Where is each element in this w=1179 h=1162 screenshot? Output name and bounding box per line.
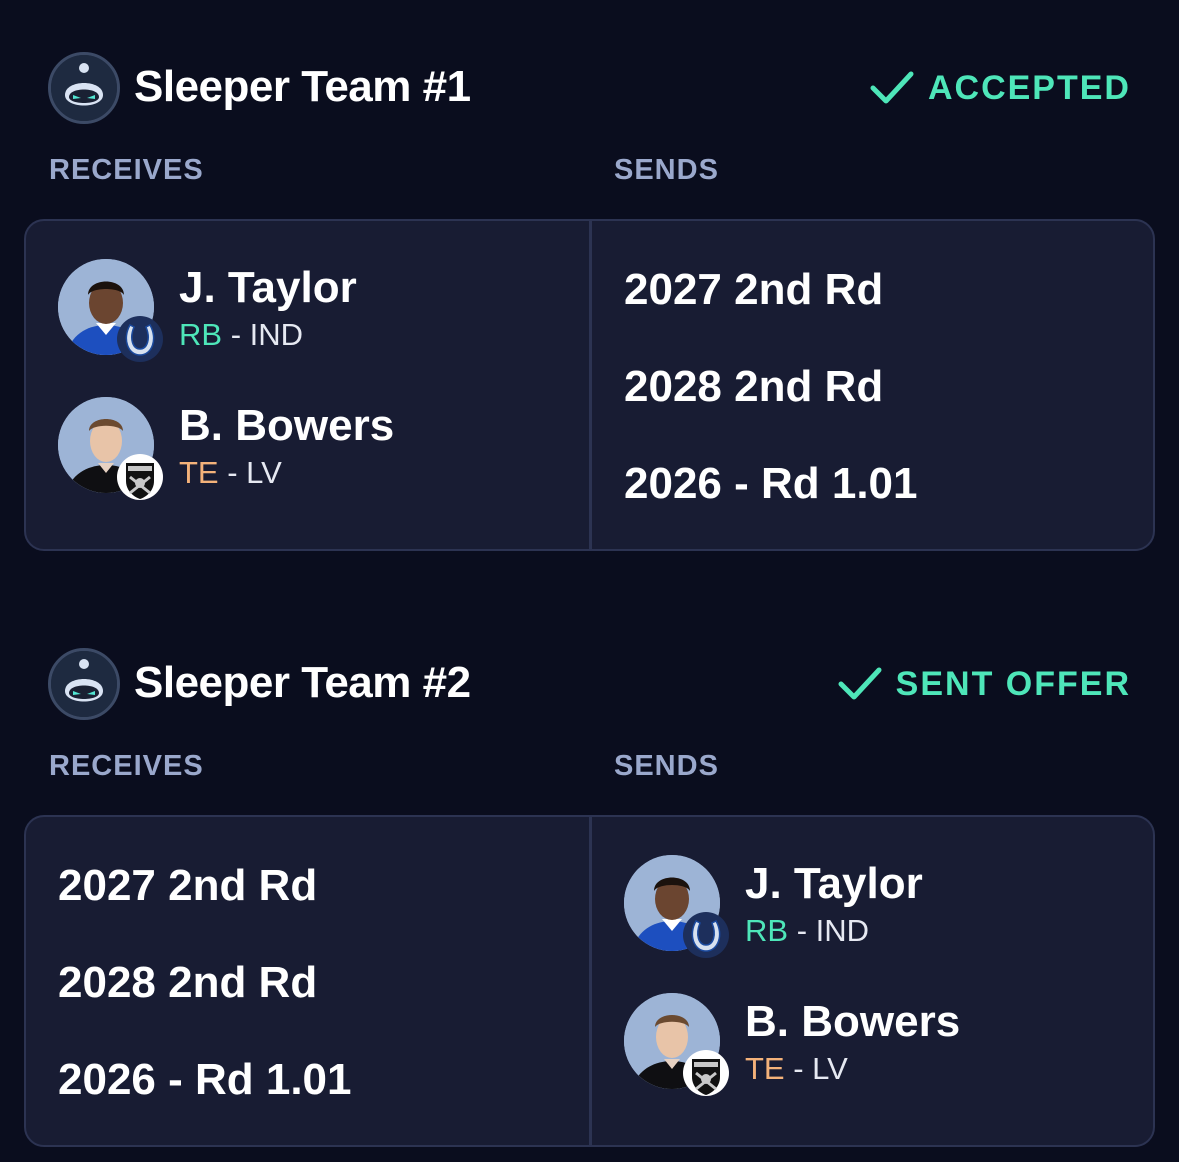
team-avatar-icon xyxy=(48,648,120,720)
colts-logo-icon xyxy=(682,911,730,959)
player-row[interactable]: B. Bowers TE - LV xyxy=(58,397,558,507)
draft-pick[interactable]: 2026 - Rd 1.01 xyxy=(624,459,918,509)
team-name: Sleeper Team #2 xyxy=(134,658,471,707)
player-name: J. Taylor xyxy=(745,859,923,908)
trade-panel: J. Taylor RB - IND B. Bowers TE - LV 202… xyxy=(24,219,1155,551)
player-meta: RB - IND xyxy=(179,317,303,353)
receives-column: J. Taylor RB - IND B. Bowers TE - LV xyxy=(26,221,589,549)
player-position: TE xyxy=(745,1051,785,1086)
player-meta: TE - LV xyxy=(745,1051,848,1087)
player-row[interactable]: B. Bowers TE - LV xyxy=(624,993,1124,1103)
player-team: - IND xyxy=(796,913,870,948)
receives-column: 2027 2nd Rd 2028 2nd Rd 2026 - Rd 1.01 xyxy=(26,817,589,1145)
player-position: RB xyxy=(745,913,789,948)
player-meta: TE - LV xyxy=(179,455,282,491)
player-team: - IND xyxy=(230,317,304,352)
player-team: - LV xyxy=(227,455,282,490)
sends-label: SENDS xyxy=(614,154,719,186)
draft-pick[interactable]: 2027 2nd Rd xyxy=(624,265,883,315)
team-name: Sleeper Team #1 xyxy=(134,62,471,111)
receives-label: RECEIVES xyxy=(49,154,204,186)
checkmark-icon xyxy=(870,70,914,106)
sends-column: J. Taylor RB - IND B. Bowers TE - LV xyxy=(592,817,1153,1145)
team-header[interactable]: Sleeper Team #2 SENT OFFER xyxy=(48,648,1131,720)
status-label: SENT OFFER xyxy=(895,664,1131,703)
draft-pick[interactable]: 2028 2nd Rd xyxy=(58,958,317,1008)
player-name: B. Bowers xyxy=(745,997,961,1046)
checkmark-icon xyxy=(838,666,882,702)
team-header[interactable]: Sleeper Team #1 ACCEPTED xyxy=(48,52,1131,124)
player-name: J. Taylor xyxy=(179,263,357,312)
status-label: ACCEPTED xyxy=(927,68,1131,107)
player-name: B. Bowers xyxy=(179,401,395,450)
raiders-logo-icon xyxy=(116,453,164,501)
player-row[interactable]: J. Taylor RB - IND xyxy=(58,259,558,369)
player-row[interactable]: J. Taylor RB - IND xyxy=(624,855,1124,965)
draft-pick[interactable]: 2026 - Rd 1.01 xyxy=(58,1055,352,1105)
sends-column: 2027 2nd Rd 2028 2nd Rd 2026 - Rd 1.01 xyxy=(592,221,1153,549)
player-position: TE xyxy=(179,455,219,490)
player-meta: RB - IND xyxy=(745,913,869,949)
sends-label: SENDS xyxy=(614,750,719,782)
colts-logo-icon xyxy=(116,315,164,363)
draft-pick[interactable]: 2027 2nd Rd xyxy=(58,861,317,911)
draft-pick[interactable]: 2028 2nd Rd xyxy=(624,362,883,412)
player-position: RB xyxy=(179,317,223,352)
team-avatar-icon xyxy=(48,52,120,124)
raiders-logo-icon xyxy=(682,1049,730,1097)
trade-status: SENT OFFER xyxy=(838,662,1131,706)
trade-panel: 2027 2nd Rd 2028 2nd Rd 2026 - Rd 1.01 J… xyxy=(24,815,1155,1147)
receives-label: RECEIVES xyxy=(49,750,204,782)
trade-status: ACCEPTED xyxy=(870,66,1131,110)
player-team: - LV xyxy=(793,1051,848,1086)
